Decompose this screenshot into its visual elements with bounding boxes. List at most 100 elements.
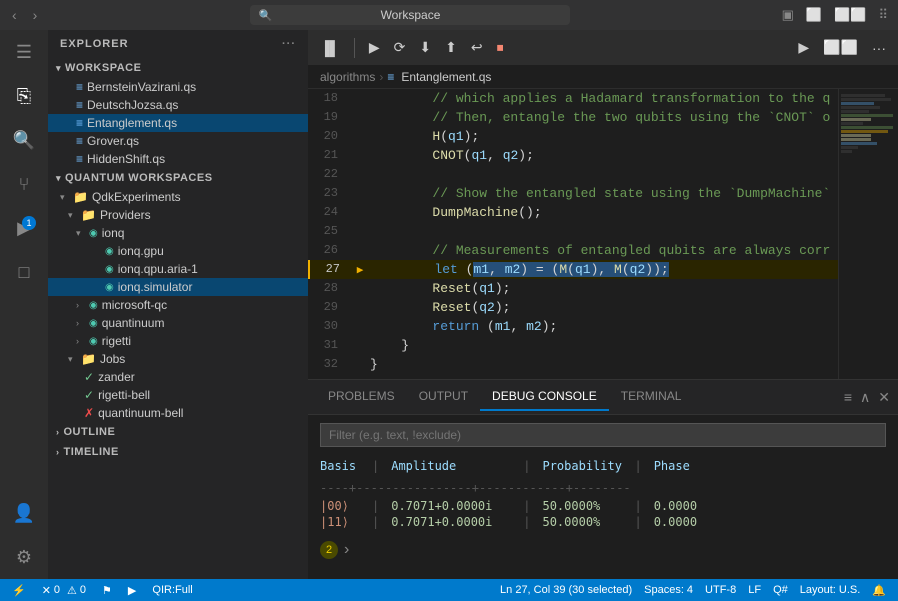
qdk-experiments[interactable]: ▾ 📁 QdkExperiments [48,188,308,206]
run-btn[interactable]: ▶ [794,37,813,58]
status-info[interactable]: ⚑ [98,584,116,597]
debug-right: ▶ ⬜⬜ ··· [794,37,890,58]
file-entanglement[interactable]: ≡ Entanglement.qs [48,114,308,132]
step-into-btn[interactable]: ⬇ [415,37,435,58]
main-layout: ☰ ⎘ 🔍 ⑂ ▶ 1 □ 👤 ⚙ EXPLORER ··· ▾ WORKSPA… [0,30,898,579]
job-zander[interactable]: ✓ zander [48,368,308,386]
file-label-hiddenshift: HiddenShift.qs [87,152,165,166]
console-prompt: 2 › [312,537,894,563]
back-button[interactable]: ‹ [8,5,21,25]
breadcrumb-file[interactable]: Entanglement.qs [401,70,491,84]
file-hiddenshift[interactable]: ≡ HiddenShift.qs [48,150,308,168]
activity-source-control[interactable]: ⑂ [10,170,38,198]
status-position[interactable]: Ln 27, Col 39 (30 selected) [496,584,636,597]
line-content-25 [366,222,838,241]
timeline-arrow: › [56,447,60,457]
status-bell[interactable]: 🔔 [868,584,890,597]
job-rigetti-icon: ✓ [84,388,94,402]
timeline-section[interactable]: › TIMELINE [48,442,308,462]
activity-search[interactable]: 🔍 [10,126,38,154]
ionq-gpu-icon: ◉ [105,246,114,257]
step-over-btn[interactable]: ▐▌ [316,38,344,58]
editor-content: 18 // which applies a Hadamard transform… [308,89,898,379]
filter-input[interactable] [320,423,886,447]
job-quant-icon: ✗ [84,406,94,420]
error-icon: ✕ [42,584,51,597]
file-deutsch[interactable]: ≡ DeutschJozsa.qs [48,96,308,114]
layout-btn-1[interactable]: ▣ [780,5,796,25]
panel-close-btn[interactable]: ✕ [878,389,890,406]
activity-accounts[interactable]: 👤 [10,499,38,527]
tab-debug-console[interactable]: DEBUG CONSOLE [480,383,609,411]
file-grover[interactable]: ≡ Grover.qs [48,132,308,150]
panel-filter-btn[interactable]: ≡ [844,389,852,406]
code-line-25: 25 [308,222,838,241]
rigetti[interactable]: › ◉ rigetti [48,332,308,350]
phase-11: 0.0000 [654,515,734,529]
status-run[interactable]: ▶ [124,584,140,597]
ionq-gpu[interactable]: ◉ ionq.gpu [48,242,308,260]
file-icon-deutsch: ≡ [76,98,83,112]
status-layout[interactable]: Layout: U.S. [796,584,865,597]
more-btn[interactable]: ··· [868,37,890,58]
ionq[interactable]: ▾ ◉ ionq [48,224,308,242]
continue-btn[interactable]: ▶ [365,37,384,58]
activity-explorer[interactable]: ⎘ [10,82,38,110]
rollback-btn[interactable]: ↩ [467,37,487,58]
tab-problems[interactable]: PROBLEMS [316,383,407,411]
amp-00: 0.7071+0.0000i [391,499,511,513]
code-editor[interactable]: 18 // which applies a Hadamard transform… [308,89,838,379]
outline-section[interactable]: › OUTLINE [48,422,308,442]
line-num-27: 27 [310,260,352,279]
code-line-30: 30 return (m1, m2); [308,317,838,336]
activity-settings[interactable]: ⚙ [10,543,38,571]
layout-btn-4[interactable]: ⠿ [876,5,890,25]
status-debug[interactable]: ⚡ [8,584,30,597]
layout-btn-2[interactable]: ⬜ [804,5,824,25]
restart-btn[interactable]: ⟳ [390,37,410,58]
status-eol[interactable]: LF [744,584,765,597]
split-editor-btn[interactable]: ⬜⬜ [819,37,862,58]
activity-extensions[interactable]: □ [10,258,38,286]
microsoft-qc[interactable]: › ◉ microsoft-qc [48,296,308,314]
tab-terminal[interactable]: TERMINAL [609,383,694,411]
activity-menu[interactable]: ☰ [10,38,38,66]
status-qir[interactable]: QIR:Full [148,584,196,596]
quantinuum[interactable]: › ◉ quantinuum [48,314,308,332]
status-encoding[interactable]: UTF-8 [701,584,740,597]
file-bernstein[interactable]: ≡ BernsteinVazirani.qs [48,78,308,96]
job-quantinuum-bell[interactable]: ✗ quantinuum-bell [48,404,308,422]
search-input[interactable] [250,5,570,25]
layout-btn-3[interactable]: ⬜⬜ [832,5,868,25]
providers[interactable]: ▾ 📁 Providers [48,206,308,224]
providers-label: Providers [100,208,151,222]
ionq-aria[interactable]: ◉ ionq.qpu.aria-1 [48,260,308,278]
workspace-section[interactable]: ▾ WORKSPACE [48,58,308,78]
breadcrumb-algorithms[interactable]: algorithms [320,70,375,84]
line-content-23: // Show the entangled state using the `D… [366,184,838,203]
quantum-section[interactable]: ▾ QUANTUM WORKSPACES [48,168,308,188]
panel-up-btn[interactable]: ∧ [860,389,870,406]
status-errors[interactable]: ✕ 0 ⚠ 0 [38,584,90,597]
status-language[interactable]: Q# [769,584,792,597]
step-out-btn[interactable]: ⬆ [441,37,461,58]
table-row-1: |00⟩ | 0.7071+0.0000i | 50.0000% | 0.000… [320,499,886,513]
line-num-25: 25 [308,222,350,241]
stop-btn[interactable]: ⏹ [493,37,508,58]
job-rigetti-bell[interactable]: ✓ rigetti-bell [48,386,308,404]
sidebar-menu-btn[interactable]: ··· [282,38,296,50]
qdk-arrow: ▾ [60,192,70,203]
jobs[interactable]: ▾ 📁 Jobs [48,350,308,368]
status-spaces[interactable]: Spaces: 4 [640,584,697,597]
activity-run-debug[interactable]: ▶ 1 [10,214,38,242]
encoding-label: UTF-8 [705,584,736,596]
ionq-simulator[interactable]: ◉ ionq.simulator [48,278,308,296]
code-line-22: 22 [308,165,838,184]
language-label: Q# [773,584,788,596]
line-num-28: 28 [308,279,350,298]
bell-icon: 🔔 [872,584,886,597]
tab-output[interactable]: OUTPUT [407,383,480,411]
forward-button[interactable]: › [29,5,42,25]
qir-label: QIR:Full [152,584,192,596]
debug-arrow-23 [350,184,366,203]
